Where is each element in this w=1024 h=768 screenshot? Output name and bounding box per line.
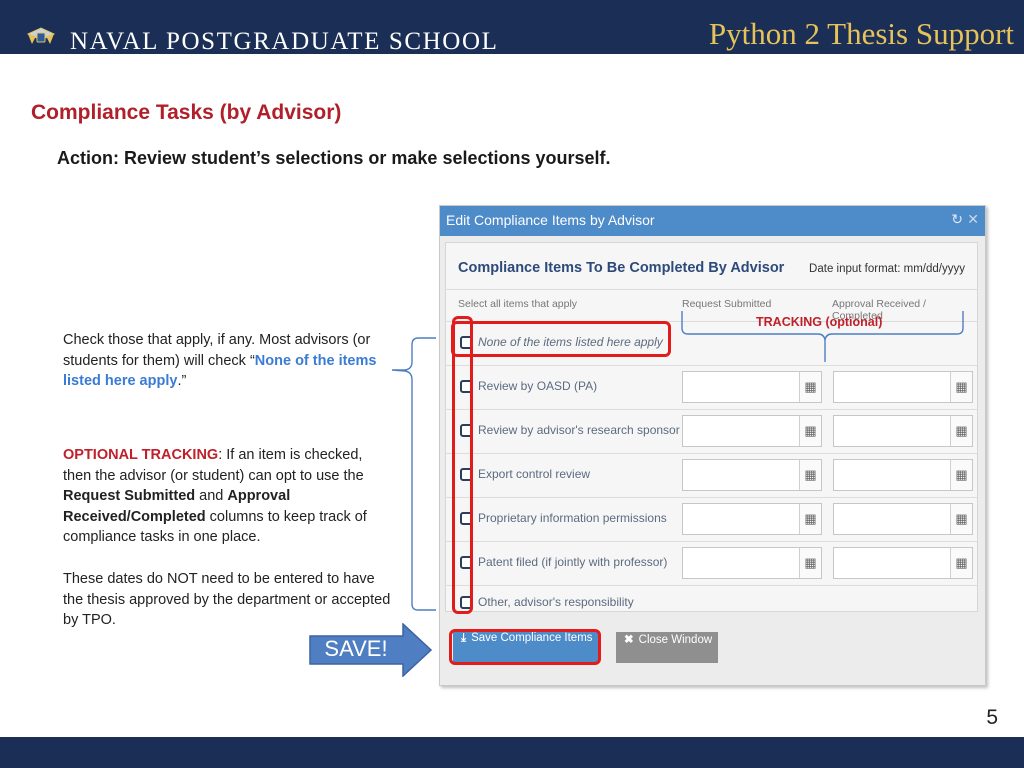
tracking-bracket (681, 311, 964, 362)
checkbox-bracket (391, 337, 436, 611)
page-number: 5 (986, 706, 998, 729)
annotation-brackets (391, 311, 964, 611)
footer-bar (0, 737, 1024, 768)
